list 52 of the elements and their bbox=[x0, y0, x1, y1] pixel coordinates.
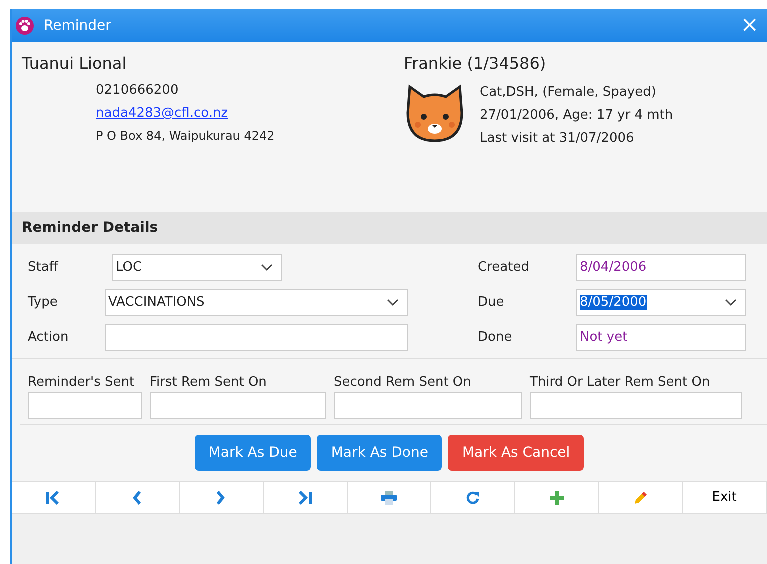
input-field[interactable] bbox=[28, 392, 142, 419]
field-label: Type bbox=[28, 295, 59, 310]
address: P O Box 84, Waipukurau 4242 bbox=[96, 129, 276, 143]
input-field[interactable]: Not yet bbox=[576, 324, 746, 351]
patient-detail: Last visit at 31/07/2006 bbox=[480, 131, 636, 146]
owner-name: Tuanui Lional bbox=[22, 54, 127, 73]
close-button[interactable]: × bbox=[740, 14, 759, 36]
printer-icon bbox=[381, 490, 397, 504]
window-title: Reminder bbox=[44, 18, 112, 34]
input-field[interactable]: 8/04/2006 bbox=[576, 254, 746, 281]
input-field[interactable] bbox=[530, 392, 742, 419]
phone-number: 0210666200 bbox=[96, 83, 180, 98]
field-value: VACCINATIONS bbox=[108, 295, 205, 310]
first-icon bbox=[45, 490, 62, 504]
input-field[interactable] bbox=[104, 324, 408, 351]
patient-name: Frankie (1/34586) bbox=[404, 54, 546, 73]
field-label: Created bbox=[478, 260, 530, 275]
patient-detail: 27/01/2006, Age: 17 yr 4 mth bbox=[480, 108, 674, 123]
section-header: Reminder Details bbox=[12, 212, 767, 244]
field-label: Second Rem Sent On bbox=[334, 375, 472, 390]
chevron-down-icon bbox=[261, 264, 273, 272]
previous-icon bbox=[133, 490, 142, 504]
field-label: Due bbox=[478, 295, 506, 310]
field-label: Reminder's Sent bbox=[28, 375, 136, 390]
field-label: Action bbox=[28, 330, 70, 345]
field-value: LOC bbox=[116, 260, 142, 275]
action-button[interactable]: Mark As Done bbox=[317, 435, 442, 471]
last-icon bbox=[297, 490, 314, 504]
dropdown[interactable]: VACCINATIONS bbox=[104, 289, 408, 316]
field-value: 8/05/2000 bbox=[580, 295, 647, 310]
refresh-icon bbox=[466, 490, 480, 504]
action-button[interactable]: Mark As Due bbox=[194, 435, 312, 471]
field-value: 8/04/2006 bbox=[580, 260, 647, 275]
paw-icon bbox=[16, 16, 34, 34]
field-label: Done bbox=[478, 330, 514, 345]
input-field[interactable] bbox=[334, 392, 522, 419]
dropdown[interactable]: 8/05/2000 bbox=[576, 289, 746, 316]
field-value: Not yet bbox=[580, 330, 628, 345]
pencil-icon bbox=[634, 490, 648, 504]
field-label: Third Or Later Rem Sent On bbox=[530, 375, 712, 390]
plus-icon bbox=[550, 490, 564, 504]
email-link[interactable]: nada4283@cfl.co.nz bbox=[96, 106, 228, 121]
next-icon bbox=[217, 490, 226, 504]
cancel-button[interactable]: Mark As Cancel bbox=[448, 435, 584, 471]
field-label: Staff bbox=[28, 260, 60, 275]
chevron-down-icon bbox=[725, 298, 737, 306]
cat-icon bbox=[404, 83, 466, 145]
chevron-down-icon bbox=[387, 298, 399, 306]
dropdown[interactable]: LOC bbox=[112, 254, 282, 281]
patient-detail: Cat,DSH, (Female, Spayed) bbox=[480, 85, 658, 100]
input-field[interactable] bbox=[150, 392, 326, 419]
field-label: First Rem Sent On bbox=[150, 375, 268, 390]
